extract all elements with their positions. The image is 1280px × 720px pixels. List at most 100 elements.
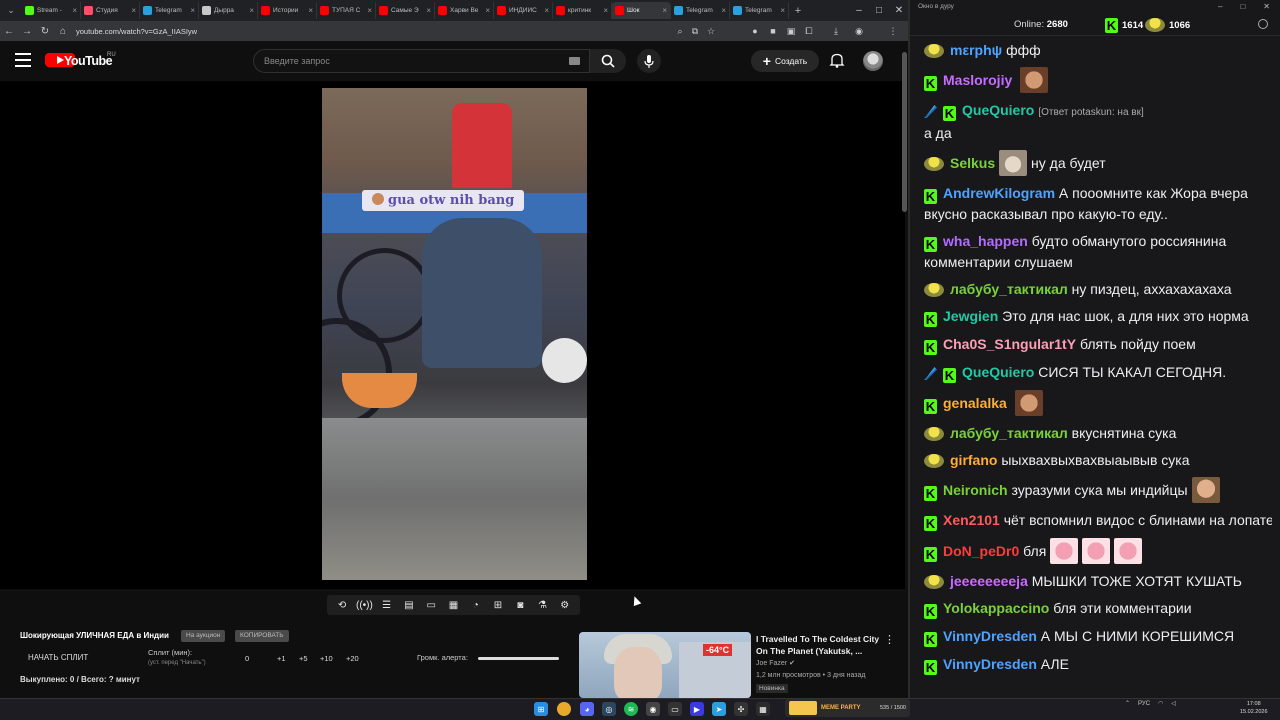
split-value-0[interactable]: 0 <box>245 654 249 663</box>
menu-icon[interactable] <box>15 53 31 67</box>
browser-tab[interactable]: Дырра × <box>199 2 258 19</box>
scrollbar-thumb[interactable] <box>902 52 907 212</box>
browser-tab[interactable]: Самые Э × <box>376 2 435 19</box>
back-icon[interactable]: ← <box>0 21 18 41</box>
app-tray-icon[interactable]: ✣ <box>734 702 748 716</box>
playlist-icon[interactable]: ☰ <box>380 599 393 612</box>
browser-tab[interactable]: Шок × <box>612 2 671 19</box>
chat-minimize-icon[interactable]: – <box>1218 2 1222 11</box>
screenshot-icon[interactable]: ◙ <box>514 599 527 612</box>
chat-username[interactable]: VinnyDresden <box>943 628 1037 644</box>
browser-menu-icon[interactable]: ⋮ <box>886 24 900 38</box>
alert-volume-slider[interactable] <box>478 657 559 660</box>
add-to-queue-icon[interactable]: ⊞ <box>491 599 504 612</box>
browser-tab[interactable]: Telegram × <box>730 2 789 19</box>
tab-close-icon[interactable]: × <box>190 6 195 15</box>
clock[interactable]: 17:08 15.02.2026 <box>1240 700 1268 716</box>
chat-username[interactable]: jeeeeeeeeja <box>950 573 1028 589</box>
chat-username[interactable]: wha_happen <box>943 233 1028 249</box>
split-add-10[interactable]: +10 <box>320 654 333 663</box>
picture-in-picture-icon[interactable]: ▭ <box>425 599 438 612</box>
tab-close-icon[interactable]: × <box>780 6 785 15</box>
channel-name[interactable]: Joe Fazer <box>756 660 787 667</box>
recommended-channel[interactable]: Joe Fazer ✔ <box>756 659 795 667</box>
chat-username[interactable]: mεrphψ <box>950 42 1002 58</box>
search-button[interactable] <box>590 49 626 73</box>
tab-close-icon[interactable]: × <box>249 6 254 15</box>
tab-close-icon[interactable]: × <box>131 6 136 15</box>
browser-tab[interactable]: Telegram × <box>671 2 730 19</box>
new-tab-button[interactable]: + <box>789 5 807 17</box>
chat-username[interactable]: Yolokappaccino <box>943 600 1049 616</box>
star-icon[interactable]: ☆ <box>704 24 718 38</box>
forward-icon[interactable]: → <box>18 21 36 41</box>
flask-icon[interactable]: ⚗ <box>536 599 549 612</box>
tab-close-icon[interactable]: × <box>367 6 372 15</box>
telegram-icon[interactable]: ➤ <box>712 702 726 716</box>
speed-icon[interactable]: ◔ <box>469 599 482 612</box>
clapper-icon[interactable]: ▤ <box>402 599 415 612</box>
obs-icon[interactable]: ◉ <box>646 702 660 716</box>
puzzle-icon[interactable]: ⧠ <box>802 24 816 38</box>
spotify-icon[interactable]: ≋ <box>624 702 638 716</box>
browser-tab[interactable]: ИНДИЙС × <box>494 2 553 19</box>
zoom-icon[interactable]: ⌕ <box>673 24 687 38</box>
chat-username[interactable]: QueQuiero <box>962 364 1034 380</box>
more-options-icon[interactable]: ⋮ <box>884 633 895 646</box>
lang-indicator[interactable]: РУС <box>1138 701 1150 707</box>
discord-icon[interactable]: ◕ <box>580 702 594 716</box>
extension-red-icon[interactable]: ■ <box>766 24 780 38</box>
tab-close-icon[interactable]: × <box>721 6 726 15</box>
home-icon[interactable]: ⌂ <box>54 21 72 41</box>
video-frame[interactable]: gua otw nih bang <box>322 88 587 580</box>
wifi-icon[interactable]: ◠ <box>1158 700 1163 707</box>
steam-icon[interactable]: ◎ <box>602 702 616 716</box>
extension-ball-icon[interactable]: ● <box>748 24 762 38</box>
media-widget[interactable]: МЕМЕ PARTY 535 / 1500 <box>785 699 910 717</box>
subtitles-icon[interactable]: ▦ <box>447 599 460 612</box>
chrome-icon[interactable] <box>557 702 571 716</box>
chat-username[interactable]: DoN_peDr0 <box>943 543 1019 559</box>
tab-close-icon[interactable]: × <box>426 6 431 15</box>
recommended-thumbnail[interactable]: -64°C <box>579 632 751 698</box>
chat-username[interactable]: Xen2101 <box>943 512 1000 528</box>
close-window-icon[interactable]: ✕ <box>886 0 908 21</box>
chat-username[interactable]: лабубу_тактикал <box>950 425 1068 441</box>
start-split-button[interactable]: НАЧАТЬ СПЛИТ <box>28 653 88 662</box>
recommended-title[interactable]: I Travelled To The Coldest City On The P… <box>756 633 881 657</box>
app-icon[interactable]: ▭ <box>668 702 682 716</box>
volume-icon[interactable]: ◁ <box>1171 700 1176 707</box>
create-button[interactable]: + Создать <box>751 50 819 72</box>
tab-close-icon[interactable]: × <box>662 6 667 15</box>
tab-close-icon[interactable]: × <box>603 6 608 15</box>
youtube-logo-text[interactable]: YouTube <box>64 54 113 68</box>
app-tray-icon-2[interactable]: ▦ <box>756 702 770 716</box>
chat-username[interactable]: лабубу_тактикал <box>950 281 1068 297</box>
chat-scrollbar[interactable] <box>1272 40 1277 695</box>
auction-button[interactable]: На аукцион <box>181 630 226 642</box>
chat-username[interactable]: girfano <box>950 452 997 468</box>
gear-icon[interactable]: ⚙ <box>558 599 571 612</box>
split-add-5[interactable]: +5 <box>299 654 308 663</box>
tab-close-icon[interactable]: × <box>308 6 313 15</box>
chat-username[interactable]: QueQuiero <box>962 102 1034 118</box>
chat-username[interactable]: Cha0S_S1ngular1tY <box>943 336 1076 352</box>
download-icon[interactable]: ⤓ <box>829 24 843 38</box>
extension-icon[interactable]: ▣ <box>784 24 798 38</box>
browser-tab[interactable]: Студия × <box>81 2 140 19</box>
tab-close-icon[interactable]: × <box>544 6 549 15</box>
browser-tab[interactable]: критинк × <box>553 2 612 19</box>
url-field[interactable]: youtube.com/watch?v=GzA_IIASIyw <box>76 27 676 36</box>
browser-tab[interactable]: Telegram × <box>140 2 199 19</box>
voice-search-button[interactable] <box>637 49 661 73</box>
browser-tab[interactable]: Stream - × <box>22 2 81 19</box>
notifications-bell-icon[interactable] <box>829 52 845 68</box>
avatar[interactable] <box>863 51 883 71</box>
chat-username[interactable]: Selkus <box>950 155 995 171</box>
chat-close-icon[interactable]: ✕ <box>1263 2 1270 11</box>
chat-username[interactable]: VinnyDresden <box>943 656 1037 672</box>
settings-icon[interactable] <box>1258 19 1268 29</box>
chat-username[interactable]: Neironich <box>943 482 1008 498</box>
install-icon[interactable]: ⧉ <box>688 24 702 38</box>
split-add-20[interactable]: +20 <box>346 654 359 663</box>
